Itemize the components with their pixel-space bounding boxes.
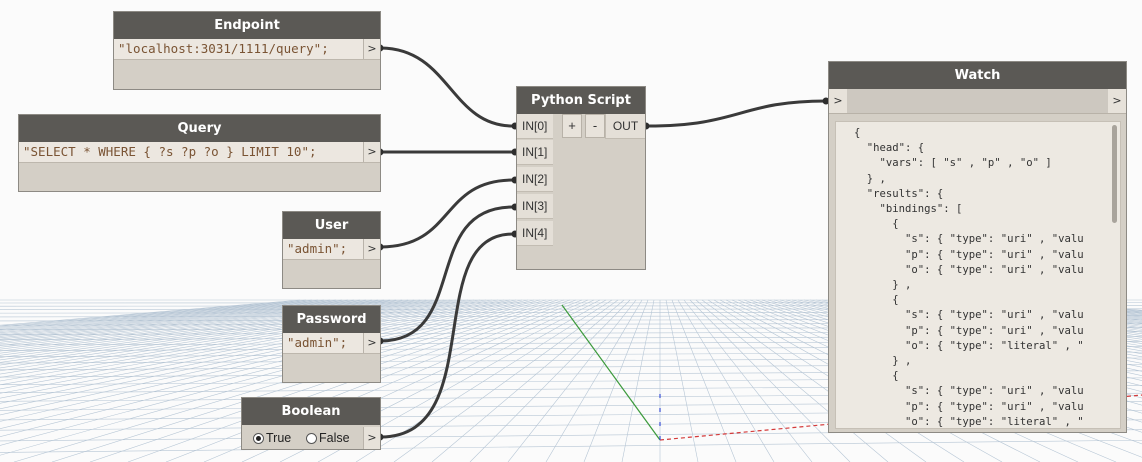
output-port[interactable]: > bbox=[363, 39, 380, 59]
password-code-field[interactable]: "admin"; > bbox=[283, 333, 380, 354]
input-port[interactable]: > bbox=[829, 89, 847, 113]
output-port[interactable]: > bbox=[363, 333, 380, 353]
node-title: Watch bbox=[829, 62, 1126, 89]
input-port-1[interactable]: IN[1] bbox=[517, 140, 553, 165]
node-title: Python Script bbox=[517, 87, 645, 114]
watch-output-panel[interactable]: { "head": { "vars": [ "s" , "p" , "o" ] … bbox=[835, 121, 1121, 429]
remove-input-button[interactable]: - bbox=[585, 114, 605, 138]
false-label: False bbox=[319, 431, 350, 445]
boolean-node[interactable]: Boolean True False > bbox=[241, 397, 381, 450]
watch-node[interactable]: Watch > > { "head": { "vars": [ "s" , "p… bbox=[828, 61, 1127, 433]
query-code-field[interactable]: "SELECT * WHERE { ?s ?p ?o } LIMIT 10"; … bbox=[19, 142, 380, 163]
false-radio[interactable]: False bbox=[306, 430, 350, 446]
watch-json-text: { "head": { "vars": [ "s" , "p" , "o" ] … bbox=[854, 127, 1084, 428]
input-port-2[interactable]: IN[2] bbox=[517, 167, 553, 192]
output-port[interactable]: > bbox=[363, 142, 380, 162]
add-input-button[interactable]: + bbox=[562, 114, 582, 138]
code-text: "admin"; bbox=[287, 335, 348, 350]
node-title: Query bbox=[19, 115, 380, 142]
input-port-0[interactable]: IN[0] bbox=[517, 114, 553, 139]
node-title: User bbox=[283, 212, 380, 239]
output-port[interactable]: > bbox=[363, 427, 380, 449]
true-label: True bbox=[266, 431, 292, 445]
node-title: Endpoint bbox=[114, 12, 380, 39]
watch-port-bar: > > bbox=[829, 89, 1126, 114]
scrollbar-thumb[interactable] bbox=[1112, 125, 1117, 223]
true-radio[interactable]: True bbox=[253, 430, 291, 446]
password-node[interactable]: Password "admin"; > bbox=[282, 305, 381, 383]
code-text: "SELECT * WHERE { ?s ?p ?o } LIMIT 10"; bbox=[23, 144, 317, 159]
output-port[interactable]: > bbox=[363, 239, 380, 259]
radio-selected-icon[interactable] bbox=[253, 433, 264, 444]
code-text: "localhost:3031/1111/query"; bbox=[118, 41, 329, 56]
python-script-node[interactable]: Python Script IN[0] IN[1] IN[2] IN[3] IN… bbox=[516, 86, 646, 270]
user-node[interactable]: User "admin"; > bbox=[282, 211, 381, 289]
input-port-3[interactable]: IN[3] bbox=[517, 194, 553, 219]
user-code-field[interactable]: "admin"; > bbox=[283, 239, 380, 260]
endpoint-code-field[interactable]: "localhost:3031/1111/query"; > bbox=[114, 39, 380, 60]
endpoint-node[interactable]: Endpoint "localhost:3031/1111/query"; > bbox=[113, 11, 381, 90]
node-title: Password bbox=[283, 306, 380, 333]
output-port[interactable]: > bbox=[1108, 89, 1126, 113]
code-text: "admin"; bbox=[287, 241, 348, 256]
query-node[interactable]: Query "SELECT * WHERE { ?s ?p ?o } LIMIT… bbox=[18, 114, 381, 192]
input-port-4[interactable]: IN[4] bbox=[517, 221, 553, 246]
output-port[interactable]: OUT bbox=[605, 114, 645, 139]
radio-unselected-icon[interactable] bbox=[306, 433, 317, 444]
node-title: Boolean bbox=[242, 398, 380, 425]
